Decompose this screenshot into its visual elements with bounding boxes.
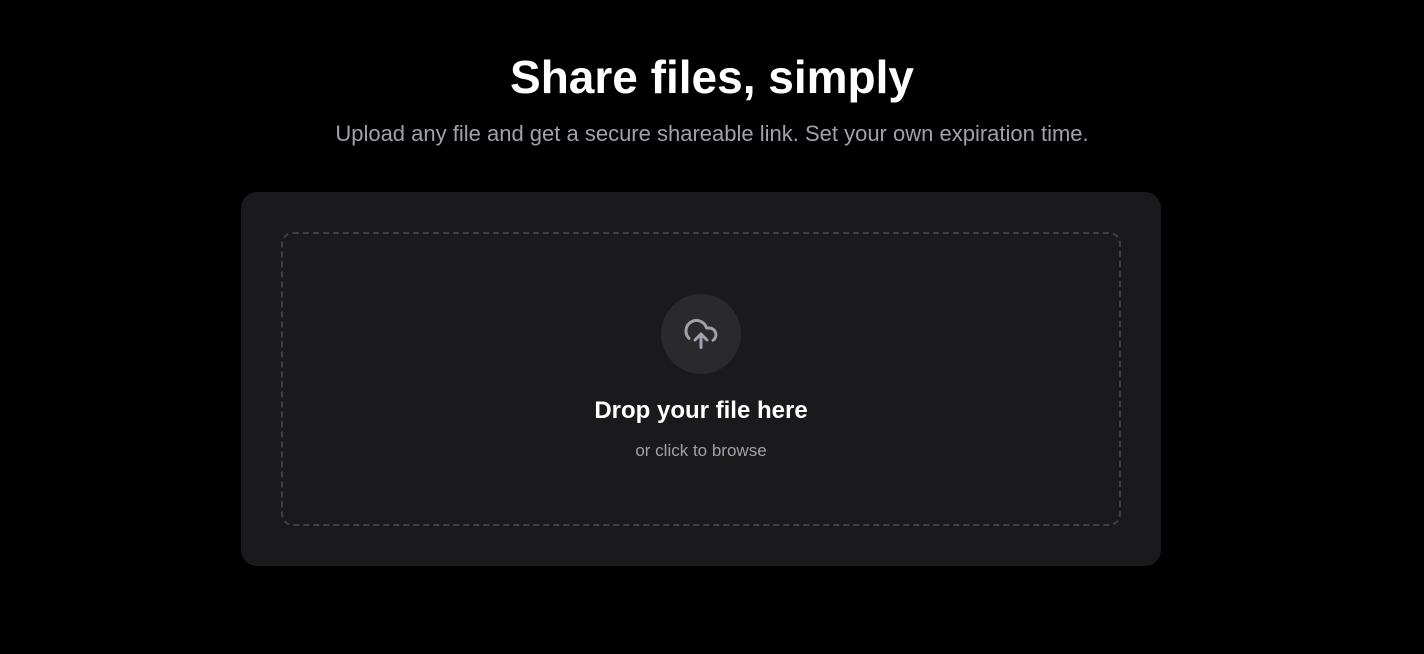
dropzone-hint: or click to browse: [635, 441, 767, 460]
cloud-upload-icon: [683, 316, 719, 352]
page: Share files, simply Upload any file and …: [0, 0, 1424, 654]
page-title: Share files, simply: [510, 51, 914, 103]
file-dropzone[interactable]: Drop your file here or click to browse: [281, 232, 1121, 526]
upload-icon-circle: [661, 294, 741, 374]
page-subtitle: Upload any file and get a secure shareab…: [335, 121, 1089, 146]
upload-card: Drop your file here or click to browse: [241, 192, 1161, 566]
dropzone-title: Drop your file here: [594, 397, 808, 424]
